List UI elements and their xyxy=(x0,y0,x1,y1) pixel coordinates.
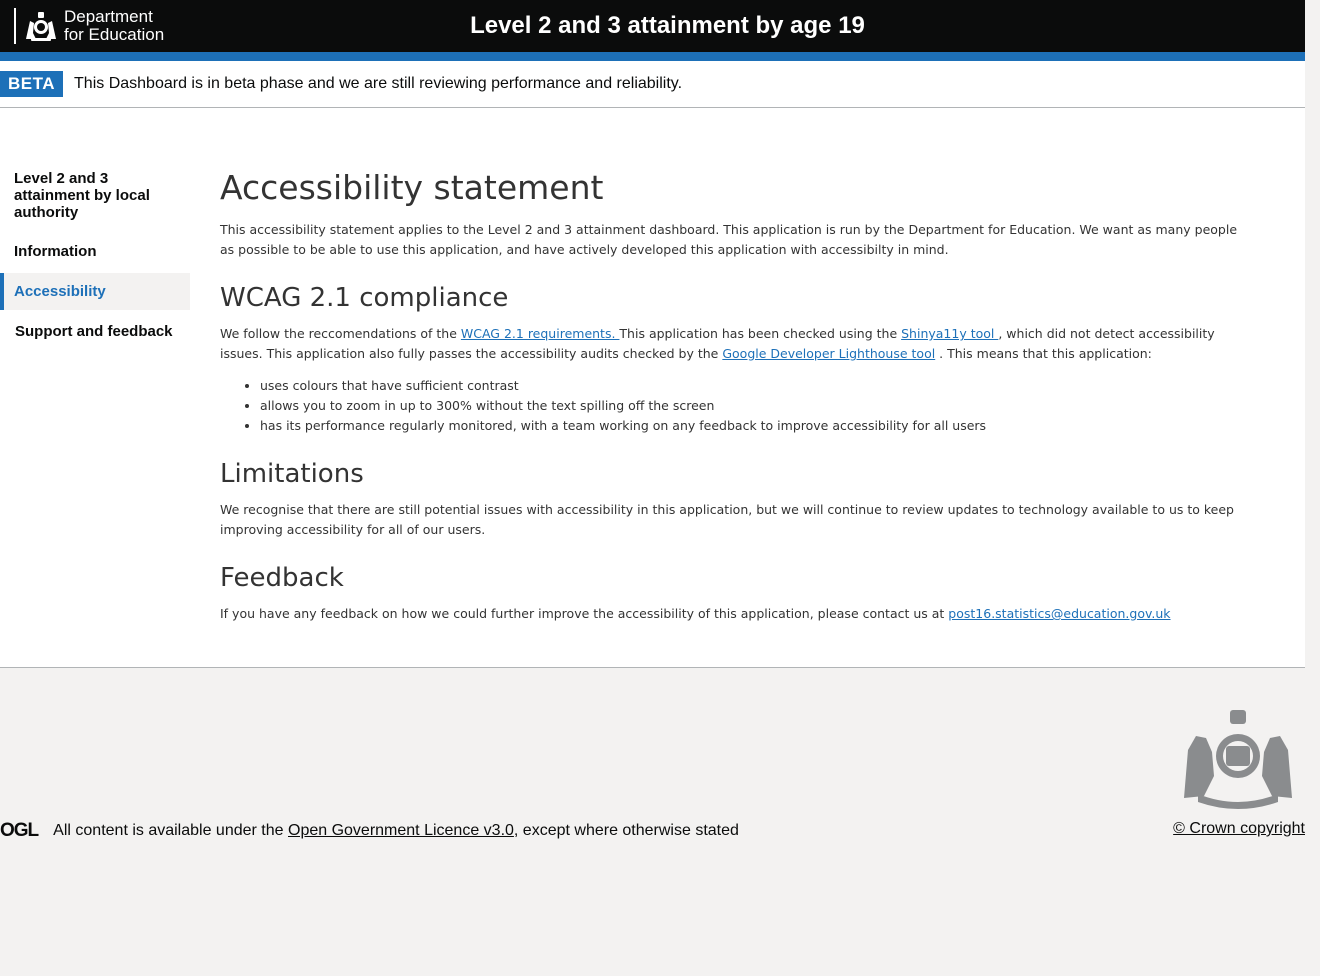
royal-coat-of-arms-icon xyxy=(1184,710,1292,809)
dashboard-title: Level 2 and 3 attainment by age 19 xyxy=(470,12,865,39)
limitations-paragraph: We recognise that there are still potent… xyxy=(220,502,1234,537)
contact-email-link[interactable]: post16.statistics@education.gov.uk xyxy=(948,606,1170,621)
feedback-paragraph: If you have any feedback on how we could… xyxy=(220,604,1250,624)
wcag-link[interactable]: WCAG 2.1 requirements. xyxy=(461,326,620,341)
lighthouse-link[interactable]: Google Developer Lighthouse tool xyxy=(722,346,935,361)
wcag-paragraph: We follow the reccomendations of the WCA… xyxy=(220,324,1250,364)
wcag-text-2: This application has been checked using … xyxy=(619,326,902,341)
list-item: allows you to zoom in up to 300% without… xyxy=(260,396,1250,416)
beta-text: This Dashboard is in beta phase and we a… xyxy=(74,75,683,92)
ogl-logo-icon: OGL xyxy=(0,820,39,841)
shinya11y-link[interactable]: Shinya11y tool xyxy=(901,326,998,341)
sidebar-item-attainment[interactable]: Level 2 and 3 attainment by local author… xyxy=(0,170,190,221)
main-layout: Level 2 and 3 attainment by local author… xyxy=(0,108,1305,668)
sidebar-item-information[interactable]: Information xyxy=(0,243,190,260)
crown-copyright-link[interactable]: © Crown copyright xyxy=(1173,820,1305,838)
wcag-text-1: We follow the reccomendations of the xyxy=(220,326,461,341)
feedback-heading: Feedback xyxy=(220,563,344,593)
main-content: Accessibility statement This accessibili… xyxy=(220,168,1250,646)
list-item: has its performance regularly monitored,… xyxy=(260,416,1250,436)
page: Department for Education Level 2 and 3 a… xyxy=(0,0,1305,668)
page-title: Accessibility statement xyxy=(220,168,604,207)
sidebar-item-accessibility[interactable]: Accessibility xyxy=(0,273,190,310)
footer: OGL All content is available under the O… xyxy=(0,668,1305,976)
licence-prefix: All content is available under the xyxy=(53,822,284,839)
licence-row: OGL All content is available under the O… xyxy=(0,820,739,842)
sidebar-item-support[interactable]: Support and feedback xyxy=(0,323,190,340)
wcag-heading: WCAG 2.1 compliance xyxy=(220,283,509,313)
header: Department for Education Level 2 and 3 a… xyxy=(0,0,1305,61)
feedback-text: If you have any feedback on how we could… xyxy=(220,606,949,621)
licence-link[interactable]: Open Government Licence v3.0 xyxy=(288,822,514,840)
beta-tag: BETA xyxy=(0,71,64,97)
intro-paragraph: This accessibility statement applies to … xyxy=(220,222,1238,257)
wcag-text-4: . This means that this application: xyxy=(935,346,1152,361)
beta-banner: BETA This Dashboard is in beta phase and… xyxy=(0,61,1305,108)
compliance-list: uses colours that have sufficient contra… xyxy=(220,376,1250,436)
sidebar-nav: Level 2 and 3 attainment by local author… xyxy=(0,170,190,340)
limitations-heading: Limitations xyxy=(220,459,364,489)
licence-suffix: , except where otherwise stated xyxy=(513,822,739,839)
list-item: uses colours that have sufficient contra… xyxy=(260,376,1250,396)
